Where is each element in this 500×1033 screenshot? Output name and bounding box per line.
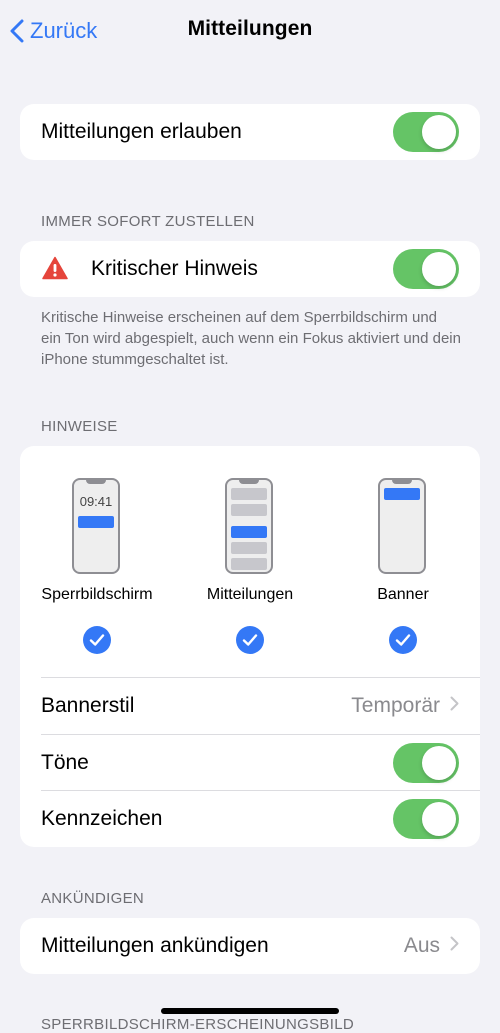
critical-alert-row: Kritischer Hinweis: [20, 241, 480, 297]
warning-triangle-icon: [42, 256, 68, 285]
toggle-knob: [422, 115, 456, 149]
checkmark-circle-icon: [236, 626, 264, 654]
chevron-right-icon: [450, 696, 459, 716]
banner-style-row[interactable]: Bannerstil Temporär: [20, 678, 480, 734]
banner-style-label: Bannerstil: [41, 694, 135, 717]
lock-screen-preview: 09:41: [72, 478, 120, 574]
toggle-knob: [422, 746, 456, 780]
notification-bar: [231, 558, 267, 570]
allow-notifications-card: Mitteilungen erlauben: [20, 104, 480, 160]
checkmark-circle-icon: [83, 626, 111, 654]
banner-preview: [378, 478, 426, 574]
alert-option-label: Mitteilungen: [206, 586, 294, 603]
notification-bar: [384, 488, 420, 500]
banner-style-value-text: Temporär: [351, 694, 440, 717]
badges-label: Kennzeichen: [41, 807, 163, 830]
toggle-knob: [422, 252, 456, 286]
alert-option-label: Banner: [377, 586, 429, 603]
notification-bar: [231, 504, 267, 516]
announce-notifications-label: Mitteilungen ankündigen: [41, 934, 269, 957]
critical-alert-label: Kritischer Hinweis: [91, 257, 258, 280]
page-title: Mitteilungen: [187, 17, 313, 40]
section-header-announce: ANKÜNDIGEN: [41, 890, 145, 907]
notification-bar: [231, 526, 267, 538]
notification-center-preview: [225, 478, 273, 574]
notification-bar: [78, 516, 114, 528]
lock-screen-time: 09:41: [79, 494, 113, 509]
toggle-knob: [422, 802, 456, 836]
alert-option-label: Sperrbildschirm: [41, 586, 153, 603]
allow-notifications-row: Mitteilungen erlauben: [20, 104, 480, 160]
critical-alert-footnote: Kritische Hinweise erscheinen auf dem Sp…: [41, 309, 461, 368]
badges-toggle[interactable]: [393, 799, 459, 839]
section-header-lock-screen-appearance: SPERRBILDSCHIRM-ERSCHEINUNGSBILD: [41, 1016, 354, 1033]
checkmark-circle-icon: [389, 626, 417, 654]
phone-notch: [86, 480, 106, 484]
allow-notifications-label: Mitteilungen erlauben: [41, 120, 242, 143]
home-indicator: [161, 1008, 339, 1014]
alerts-card: 09:41 Sperrbildschirm Mitteilungen Banne…: [20, 446, 480, 847]
allow-notifications-toggle[interactable]: [393, 112, 459, 152]
sounds-row: Töne: [20, 735, 480, 791]
announce-notifications-row[interactable]: Mitteilungen ankündigen Aus: [20, 918, 480, 974]
phone-notch: [239, 480, 259, 484]
sounds-label: Töne: [41, 751, 89, 774]
banner-style-value[interactable]: Temporär: [351, 694, 459, 718]
badges-row: Kennzeichen: [20, 791, 480, 847]
chevron-right-icon: [450, 936, 459, 956]
announce-notifications-value-text: Aus: [403, 934, 440, 957]
notification-bar: [231, 542, 267, 554]
phone-notch: [392, 480, 412, 484]
critical-alert-toggle[interactable]: [393, 249, 459, 289]
announce-notifications-value[interactable]: Aus: [404, 934, 459, 958]
section-header-alerts: HINWEISE: [41, 418, 118, 435]
sounds-toggle[interactable]: [393, 743, 459, 783]
navigation-bar: Zurück Mitteilungen: [0, 0, 500, 64]
critical-alert-card: Kritischer Hinweis: [20, 241, 480, 297]
section-header-immediate: IMMER SOFORT ZUSTELLEN: [41, 213, 255, 230]
notification-bar: [231, 488, 267, 500]
announce-card: Mitteilungen ankündigen Aus: [20, 918, 480, 974]
